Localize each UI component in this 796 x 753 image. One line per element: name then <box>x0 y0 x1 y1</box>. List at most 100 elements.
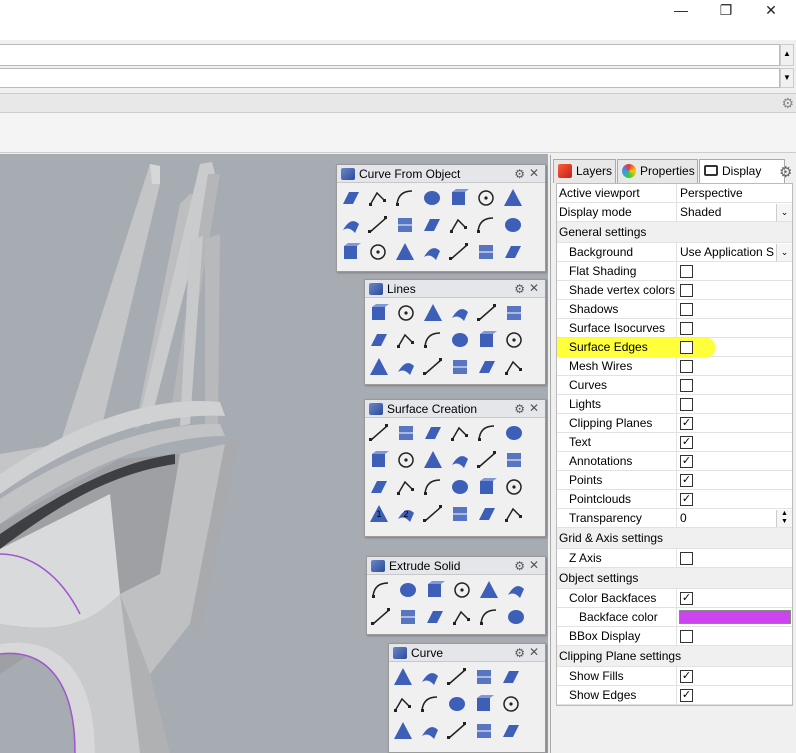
backface-color-swatch[interactable] <box>679 610 791 624</box>
toolbar-tool-icon[interactable] <box>475 301 499 325</box>
gear-icon[interactable]: ⚙ <box>514 559 525 573</box>
toolbar-tool-icon[interactable] <box>421 475 445 499</box>
toolbar-tool-icon[interactable] <box>450 578 474 602</box>
toolbar-tool-icon[interactable] <box>502 475 526 499</box>
toolbar-tool-icon[interactable] <box>420 213 444 237</box>
toolbar-tool-icon[interactable] <box>448 328 472 352</box>
shadows-checkbox[interactable] <box>680 303 693 316</box>
toolbar-tool-icon[interactable] <box>423 605 447 629</box>
toolbar-tool-icon[interactable] <box>448 448 472 472</box>
toolbar-tool-icon[interactable] <box>504 605 528 629</box>
toolbar-tool-icon[interactable] <box>502 328 526 352</box>
toolbar-tool-icon[interactable] <box>421 421 445 445</box>
toolbar-tool-icon[interactable] <box>394 421 418 445</box>
spinner-icon[interactable]: ▲ ▼ <box>776 510 792 527</box>
toolbar-tool-icon[interactable] <box>367 328 391 352</box>
toolbar-tool-icon[interactable] <box>421 301 445 325</box>
toolbar-tool-icon[interactable] <box>367 448 391 472</box>
toolbar-tool-icon[interactable] <box>339 186 363 210</box>
toolbar-tool-icon[interactable] <box>366 240 390 264</box>
toolbar-header[interactable]: Surface Creation ⚙ ✕ <box>365 400 545 418</box>
text-checkbox[interactable]: ✓ <box>680 436 693 449</box>
toolbar-header[interactable]: Extrude Solid ⚙ ✕ <box>367 557 545 575</box>
gear-icon[interactable]: ⚙ <box>514 402 525 416</box>
toolbar-tool-icon[interactable] <box>474 186 498 210</box>
toolbar-tool-icon[interactable] <box>499 719 523 743</box>
close-icon[interactable]: ✕ <box>529 558 539 572</box>
toolbar-tool-icon[interactable] <box>448 421 472 445</box>
toolbar-tool-icon[interactable] <box>418 665 442 689</box>
toolbar-tool-icon[interactable] <box>445 719 469 743</box>
toolbar-tool-icon[interactable] <box>391 665 415 689</box>
toolbar-tool-icon[interactable] <box>391 692 415 716</box>
z-axis-checkbox[interactable] <box>680 552 693 565</box>
panel-gear-icon[interactable]: ⚙ <box>779 163 792 181</box>
toolbar-tool-icon[interactable] <box>423 578 447 602</box>
chevron-down-icon[interactable]: ⌄ <box>776 244 792 261</box>
toolbar-tool-icon[interactable] <box>396 605 420 629</box>
toolbar-tool-icon[interactable] <box>367 421 391 445</box>
toolbar-tool-icon[interactable] <box>447 240 471 264</box>
toolbar-tool-icon[interactable] <box>393 240 417 264</box>
toolbar-tool-icon[interactable] <box>472 719 496 743</box>
color-backfaces-checkbox[interactable]: ✓ <box>680 592 693 605</box>
toolbar-tool-icon[interactable] <box>504 578 528 602</box>
toolbar-tool-icon[interactable] <box>393 186 417 210</box>
toolbar-tool-icon[interactable] <box>445 692 469 716</box>
points-checkbox[interactable]: ✓ <box>680 474 693 487</box>
toolbar-tool-icon[interactable] <box>396 578 420 602</box>
toolbar-tool-icon[interactable] <box>394 355 418 379</box>
mesh-wires-checkbox[interactable] <box>680 360 693 373</box>
toolbar-tool-icon[interactable]: 1 <box>367 502 391 526</box>
toolbar-tool-icon[interactable] <box>475 355 499 379</box>
surface-isocurves-checkbox[interactable] <box>680 322 693 335</box>
show-fills-checkbox[interactable]: ✓ <box>680 670 693 683</box>
toolbar-tool-icon[interactable] <box>475 328 499 352</box>
toolbar-tool-icon[interactable] <box>499 692 523 716</box>
close-icon[interactable]: ✕ <box>529 281 539 295</box>
toolbar-tool-icon[interactable] <box>394 475 418 499</box>
background-select[interactable]: Use Application S... <box>680 243 774 262</box>
close-icon[interactable]: ✕ <box>529 645 539 659</box>
command-scroll-up[interactable]: ▲ <box>780 44 794 66</box>
toolbar-tool-icon[interactable] <box>448 301 472 325</box>
toolbar-gear-icon[interactable]: ⚙ <box>781 95 794 112</box>
toolbar-tool-icon[interactable] <box>472 665 496 689</box>
toolbar-tool-icon[interactable] <box>499 665 523 689</box>
toolbar-tool-icon[interactable] <box>477 605 501 629</box>
tab-properties[interactable]: Properties <box>617 159 698 183</box>
flat-shading-checkbox[interactable] <box>680 265 693 278</box>
toolbar-tool-icon[interactable] <box>391 719 415 743</box>
show-edges-checkbox[interactable]: ✓ <box>680 689 693 702</box>
toolbar-tool-icon[interactable] <box>418 719 442 743</box>
toolbar-tool-icon[interactable] <box>502 448 526 472</box>
toolbar-tool-icon[interactable] <box>475 448 499 472</box>
toolbar-tool-icon[interactable] <box>447 186 471 210</box>
toolbar-header[interactable]: Lines ⚙ ✕ <box>365 280 545 298</box>
toolbar-tool-icon[interactable] <box>445 665 469 689</box>
toolbar-tool-icon[interactable] <box>502 502 526 526</box>
bbox-display-checkbox[interactable] <box>680 630 693 643</box>
toolbar-tool-icon[interactable] <box>448 475 472 499</box>
toolbar-tool-icon[interactable] <box>475 475 499 499</box>
tab-display[interactable]: Display <box>699 159 785 184</box>
toolbar-tool-icon[interactable] <box>502 301 526 325</box>
toolbar-tool-icon[interactable] <box>366 186 390 210</box>
toolbar-tool-icon[interactable] <box>450 605 474 629</box>
toolbar-tool-icon[interactable] <box>339 213 363 237</box>
toolbar-tool-icon[interactable] <box>501 240 525 264</box>
tab-layers[interactable]: Layers <box>553 159 616 183</box>
toolbar-tool-icon[interactable] <box>421 502 445 526</box>
toolbar-tool-icon[interactable] <box>420 186 444 210</box>
shade-vertex-colors-checkbox[interactable] <box>680 284 693 297</box>
toolbar-tool-icon[interactable]: 2 <box>394 502 418 526</box>
toolbar-tool-icon[interactable] <box>420 240 444 264</box>
toolbar-tool-icon[interactable] <box>477 578 501 602</box>
toolbar-tool-icon[interactable] <box>393 213 417 237</box>
transparency-input[interactable]: 0 <box>680 509 774 528</box>
toolbar-tool-icon[interactable] <box>418 692 442 716</box>
clipping-planes-checkbox[interactable]: ✓ <box>680 417 693 430</box>
minimize-button[interactable]: — <box>658 0 704 20</box>
toolbar-tool-icon[interactable] <box>475 421 499 445</box>
gear-icon[interactable]: ⚙ <box>514 646 525 660</box>
